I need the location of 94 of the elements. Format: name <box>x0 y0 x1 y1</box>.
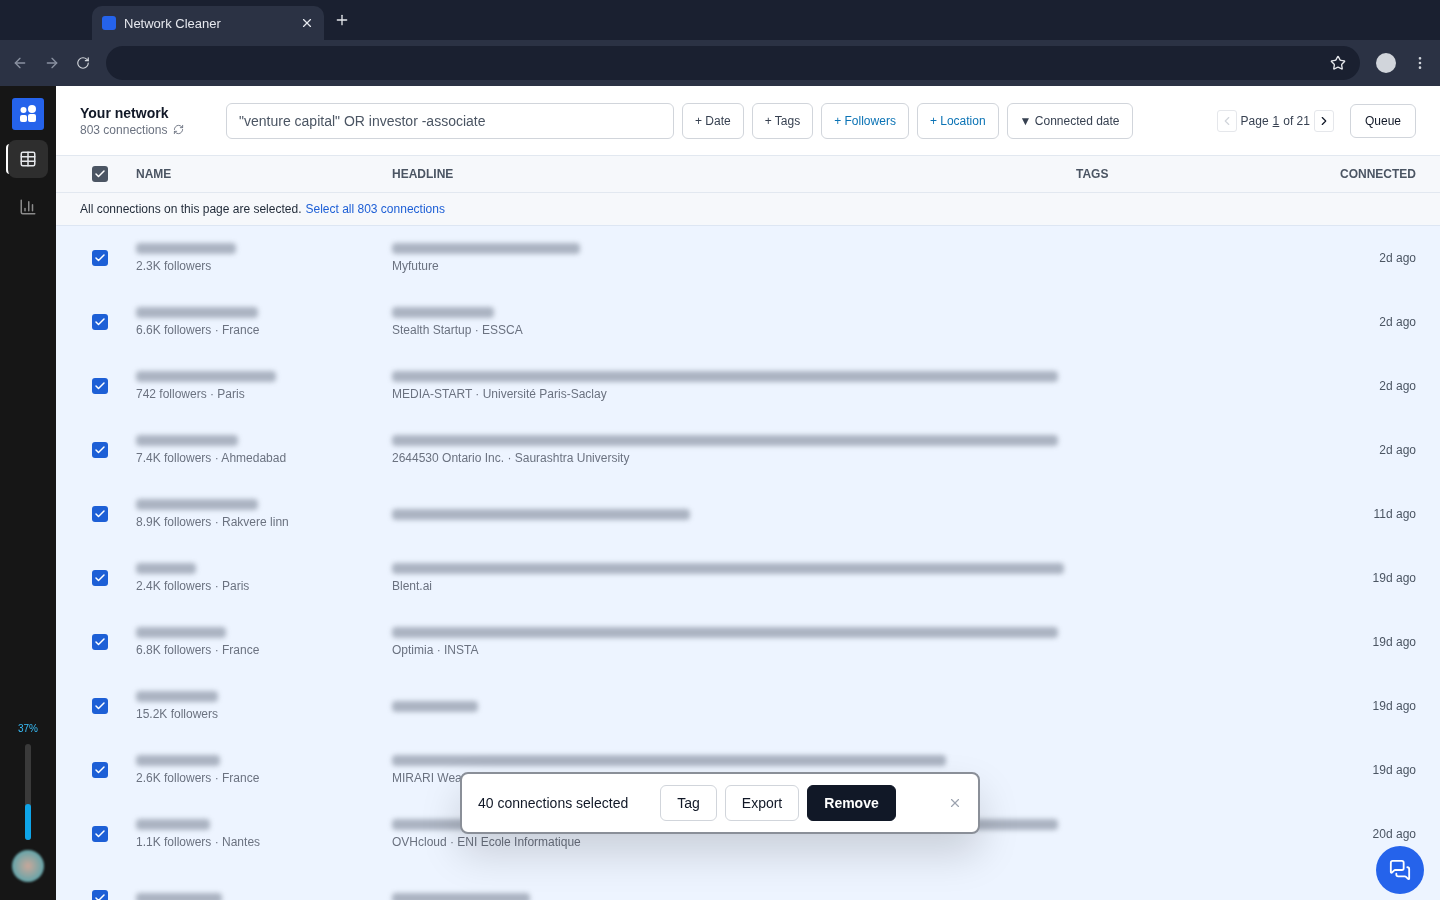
browser-tab[interactable]: Network Cleaner <box>92 6 324 40</box>
chat-button[interactable] <box>1376 846 1424 894</box>
next-page-button[interactable] <box>1313 109 1334 132</box>
app-logo[interactable] <box>12 98 44 130</box>
action-button[interactable]: Remove <box>807 785 896 821</box>
action-button[interactable]: Export <box>724 785 800 821</box>
page-title: Your network <box>80 104 170 121</box>
follower-info: 7.4K followers · Ahmedabad <box>136 451 288 465</box>
headline-company: Myfuture <box>392 259 440 273</box>
profile-avatar[interactable] <box>1376 53 1396 73</box>
follower-info: 6.8K followers · France <box>136 643 261 657</box>
connected-time: 19d ago <box>1372 763 1416 777</box>
filter-button[interactable]: + Followers <box>821 102 909 139</box>
back-icon[interactable] <box>12 55 28 71</box>
star-icon[interactable] <box>1330 55 1346 71</box>
follower-info: 6.6K followers · France <box>136 323 261 337</box>
follower-info: 2.4K followers · Paris <box>136 579 251 593</box>
row-checkbox[interactable] <box>92 826 108 842</box>
connected-time: 2d ago <box>1379 251 1416 265</box>
headline-company: MIRARI Wea <box>392 771 463 785</box>
column-header: TAGS <box>1076 167 1109 181</box>
selection-notice: All connections on this page are selected. <box>80 202 302 216</box>
tab-title: Network Cleaner <box>124 15 222 31</box>
action-button[interactable]: Tag <box>660 785 717 821</box>
column-header: HEADLINE <box>392 167 454 181</box>
forward-icon[interactable] <box>44 55 60 71</box>
headline-company: Stealth Startup · ESSCA <box>392 323 524 337</box>
blurred-name <box>136 563 196 574</box>
row-checkbox[interactable] <box>92 698 108 714</box>
headline-company: OVHcloud · ENI Ecole Informatique <box>392 835 582 849</box>
row-checkbox[interactable] <box>92 570 108 586</box>
page-number[interactable]: 1 <box>1272 113 1280 128</box>
row-checkbox[interactable] <box>92 442 108 458</box>
check-icon <box>94 444 106 456</box>
select-all-link[interactable]: Select all 803 connections <box>305 202 445 216</box>
check-icon <box>94 380 106 392</box>
check-icon <box>94 636 106 648</box>
row-checkbox[interactable] <box>92 314 108 330</box>
row-checkbox[interactable] <box>92 506 108 522</box>
connected-time: 11d ago <box>1373 507 1416 521</box>
filter-button[interactable]: + Tags <box>751 102 814 139</box>
select-all-checkbox[interactable] <box>92 166 108 182</box>
connected-time: 2d ago <box>1379 443 1416 457</box>
row-checkbox[interactable] <box>92 762 108 778</box>
close-icon <box>948 796 962 810</box>
close-icon[interactable] <box>300 16 314 30</box>
user-avatar[interactable] <box>12 850 44 882</box>
row-checkbox[interactable] <box>92 634 108 650</box>
column-header: NAME <box>136 167 172 181</box>
refresh-icon[interactable] <box>173 124 185 135</box>
connected-time: 2d ago <box>1379 315 1416 329</box>
row-checkbox[interactable] <box>92 378 108 394</box>
table-icon <box>19 150 37 168</box>
headline-company: MEDIA-START · Université Paris-Saclay <box>392 387 608 401</box>
check-icon <box>94 764 106 776</box>
headline-company: 2644530 Ontario Inc. · Saurashtra University <box>392 451 631 465</box>
follower-info: 2.6K followers · France <box>136 771 261 785</box>
check-icon <box>94 700 106 712</box>
connection-count: 803 connections <box>80 122 168 137</box>
check-icon <box>94 572 106 584</box>
queue-button[interactable]: Queue <box>1349 103 1416 138</box>
headline-company: Blent.ai <box>392 579 434 593</box>
favicon-icon <box>102 16 116 30</box>
check-icon <box>94 828 106 840</box>
page-total: of 21 <box>1283 113 1310 128</box>
filter-button[interactable]: ▼ Connected date <box>1006 102 1133 139</box>
check-icon <box>94 168 106 180</box>
column-header: CONNECTED <box>1340 167 1416 181</box>
connected-time: 19d ago <box>1372 571 1416 585</box>
follower-info: 1.1K followers · Nantes <box>136 835 262 849</box>
chat-bubbles-icon <box>1389 859 1411 881</box>
connected-time: 19d ago <box>1372 699 1416 713</box>
new-tab-icon[interactable] <box>334 12 350 28</box>
check-icon <box>94 508 106 520</box>
follower-info: 742 followers · Paris <box>136 387 246 401</box>
connected-time: 19d ago <box>1372 635 1416 649</box>
search-field[interactable]: "venture capital" OR investor -associate <box>226 102 674 139</box>
headline-company: Optimia · INSTA <box>392 643 480 657</box>
check-icon <box>94 316 106 328</box>
row-checkbox[interactable] <box>92 250 108 266</box>
usage-percent: 37% <box>18 723 38 734</box>
follower-info: 2.3K followers <box>136 259 213 273</box>
follower-info: 15.2K followers <box>136 707 220 721</box>
bar-chart-icon <box>19 198 37 216</box>
connected-time: 20d ago <box>1372 827 1416 841</box>
sidebar-nav-button[interactable] <box>8 140 48 178</box>
reload-icon[interactable] <box>76 56 90 70</box>
filter-button[interactable]: + Date <box>682 102 744 139</box>
check-icon <box>94 252 106 264</box>
follower-info: 8.9K followers · Rakvere linn <box>136 515 290 529</box>
selected-count: 40 connections selected <box>478 795 629 811</box>
connected-time: 2d ago <box>1379 379 1416 393</box>
page-label: Page <box>1240 113 1269 128</box>
filter-button[interactable]: + Location <box>916 102 999 139</box>
